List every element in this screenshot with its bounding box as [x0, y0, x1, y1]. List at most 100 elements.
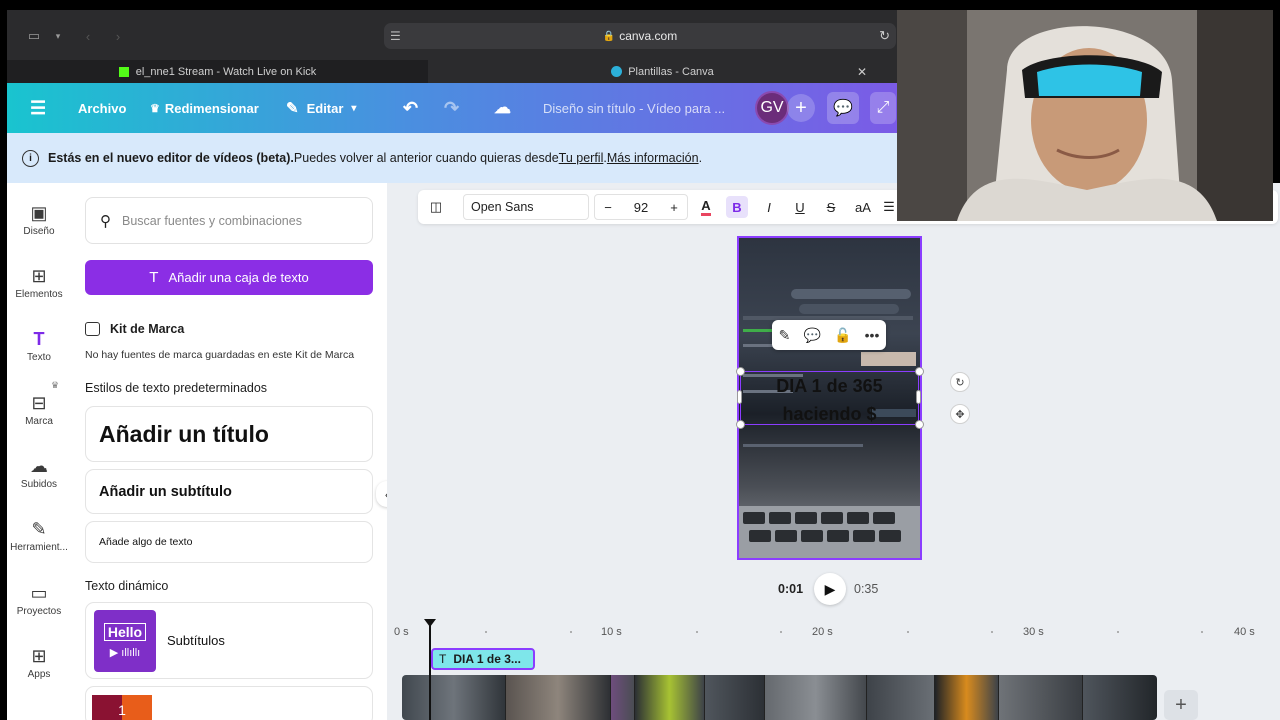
keyboard-image	[739, 506, 920, 558]
overlay-text[interactable]: DIA 1 de 365 haciendo $	[740, 372, 919, 428]
decrease-size-icon[interactable]: −	[598, 197, 618, 217]
italic-button[interactable]: I	[758, 196, 780, 218]
sidebar-item-elementos[interactable]: ⊞ Elementos	[7, 263, 71, 301]
tab-label: Plantillas - Canva	[628, 65, 714, 78]
folder-icon: ▭	[30, 582, 48, 603]
more-icon[interactable]: •••	[865, 327, 880, 343]
sidebar-item-diseno[interactable]: ▣ Diseño	[7, 200, 71, 238]
close-tab-icon[interactable]: ✕	[857, 65, 867, 79]
current-time: 0:01	[778, 582, 804, 596]
crown-icon: ♛	[51, 380, 60, 390]
add-subtitle-card[interactable]: Añadir un subtítulo	[85, 469, 373, 514]
counter-card[interactable]: 1	[85, 686, 373, 720]
ruler-tick	[991, 631, 993, 633]
crown-icon: ♛	[150, 102, 160, 115]
video-clip[interactable]	[611, 675, 635, 720]
playhead-marker-icon[interactable]	[424, 619, 436, 627]
video-track[interactable]	[402, 675, 1157, 720]
redimensionar-label: Redimensionar	[164, 100, 259, 116]
sidebar-toggle-icon[interactable]: ▭	[24, 27, 44, 45]
mas-informacion-link[interactable]: Más información	[607, 151, 699, 165]
search-input[interactable]: ⚲ Buscar fuentes y combinaciones	[85, 197, 373, 244]
avatar[interactable]: GV	[755, 91, 789, 125]
resize-handle[interactable]	[915, 420, 924, 429]
resize-handle[interactable]	[736, 367, 745, 376]
video-clip[interactable]	[1083, 675, 1157, 720]
resize-handle[interactable]	[916, 390, 921, 404]
play-button[interactable]: ▶	[814, 573, 846, 605]
sidebar-item-herramientas[interactable]: ✎ Herramient...	[7, 516, 71, 554]
align-icon[interactable]: ☰	[882, 196, 896, 218]
fullscreen-icon[interactable]: ⤢	[870, 92, 896, 124]
video-clip[interactable]	[999, 675, 1083, 720]
resize-handle[interactable]	[915, 367, 924, 376]
address-bar[interactable]: ☰ 🔒 canva.com ↻	[384, 23, 896, 49]
add-collaborator-icon[interactable]: +	[787, 94, 815, 122]
add-comment-icon[interactable]: 💬	[803, 327, 820, 344]
lock-icon[interactable]: 🔓	[834, 327, 851, 344]
rotate-icon[interactable]: ↻	[950, 372, 970, 392]
move-icon[interactable]: ✥	[950, 404, 970, 424]
underline-button[interactable]: U	[789, 196, 811, 218]
info-icon: i	[22, 149, 39, 167]
sidebar-item-marca[interactable]: ⊟ Marca	[7, 390, 71, 428]
apps-icon: ⊞	[31, 645, 47, 666]
magic-edit-icon[interactable]: ✎	[779, 327, 791, 344]
notice-end: .	[698, 151, 703, 165]
reload-icon[interactable]: ↻	[879, 28, 890, 44]
text-clip[interactable]: T DIA 1 de 3...	[431, 648, 535, 670]
comment-icon[interactable]: 💬	[827, 92, 859, 124]
playhead[interactable]	[429, 620, 431, 720]
tu-perfil-link[interactable]: Tu perfil	[559, 151, 604, 165]
subtitles-card[interactable]: Hello ▶ ıllıllı Subtítulos	[85, 602, 373, 679]
dynamic-text-heading: Texto dinámico	[85, 579, 169, 593]
text-color-icon[interactable]: A	[695, 196, 717, 218]
ruler-tick	[570, 631, 572, 633]
total-time: 0:35	[854, 582, 879, 596]
add-clip-button[interactable]: +	[1164, 690, 1198, 720]
add-body-card[interactable]: Añade algo de texto	[85, 521, 373, 563]
cloud-save-icon[interactable]: ☁	[494, 96, 511, 120]
editar-button[interactable]: ✎ Editar ▾	[286, 96, 356, 120]
document-title[interactable]: Diseño sin título - Vídeo para ...	[543, 96, 725, 120]
sidebar-item-apps[interactable]: ⊞ Apps	[7, 643, 71, 681]
resize-handle[interactable]	[736, 420, 745, 429]
video-clip[interactable]	[402, 675, 506, 720]
video-clip[interactable]	[867, 675, 935, 720]
tab-kick[interactable]: el_nne1 Stream - Watch Live on Kick	[7, 60, 428, 83]
video-clip[interactable]	[635, 675, 705, 720]
sidebar-item-subidos[interactable]: ☁ Subidos	[7, 453, 71, 491]
redo-icon[interactable]: ↷	[444, 96, 459, 120]
case-button[interactable]: aA	[852, 196, 874, 218]
chevron-down-icon: ▾	[351, 102, 357, 114]
video-clip[interactable]	[506, 675, 611, 720]
menu-icon[interactable]: ☰	[30, 96, 46, 120]
strikethrough-button[interactable]: S	[820, 196, 842, 218]
sidebar-item-texto[interactable]: T Texto	[7, 326, 71, 364]
reader-icon[interactable]: ☰	[390, 29, 401, 43]
add-title-card[interactable]: Añadir un título	[85, 406, 373, 462]
flip-icon[interactable]: ◫	[426, 197, 446, 217]
search-icon: ⚲	[100, 212, 111, 230]
add-text-box-button[interactable]: T Añadir una caja de texto	[85, 260, 373, 295]
chevron-down-icon[interactable]: ▾	[52, 27, 64, 45]
resize-handle[interactable]	[737, 390, 742, 404]
bold-button[interactable]: B	[726, 196, 748, 218]
video-frame-image	[743, 289, 916, 447]
redimensionar-button[interactable]: ♛ Redimensionar	[150, 96, 259, 120]
font-size-value[interactable]: 92	[626, 197, 656, 217]
archivo-button[interactable]: Archivo	[78, 96, 126, 120]
video-clip[interactable]	[935, 675, 999, 720]
notice-text: Puedes volver al anterior cuando quieras…	[293, 151, 559, 165]
increase-size-icon[interactable]: +	[664, 197, 684, 217]
tab-canva[interactable]: Plantillas - Canva ✕	[428, 60, 897, 83]
rail-label: Herramient...	[10, 542, 68, 553]
font-selector[interactable]: Open Sans	[463, 194, 589, 220]
forward-icon[interactable]: ›	[110, 27, 126, 45]
video-clip[interactable]	[705, 675, 765, 720]
video-clip[interactable]	[765, 675, 867, 720]
back-icon[interactable]: ‹	[80, 27, 96, 45]
brand-kit-icon	[85, 322, 100, 336]
sidebar-item-proyectos[interactable]: ▭ Proyectos	[7, 580, 71, 618]
undo-icon[interactable]: ↶	[403, 96, 418, 120]
